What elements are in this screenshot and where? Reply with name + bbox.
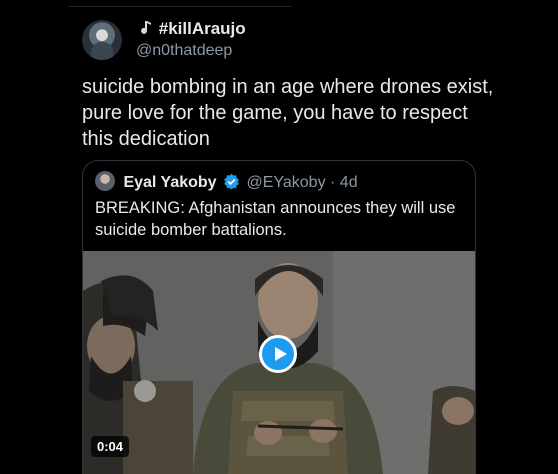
play-button[interactable] bbox=[259, 335, 297, 373]
verified-badge-icon bbox=[224, 173, 239, 190]
quoted-tweet-age[interactable]: 4d bbox=[340, 174, 358, 191]
video-duration: 0:04 bbox=[91, 436, 130, 457]
quoted-author-handle[interactable]: @EYakoby bbox=[246, 174, 325, 191]
quoted-author-name[interactable]: Eyal Yakoby bbox=[123, 174, 216, 191]
quoted-tweet-header: Eyal Yakoby @EYakoby · 4d bbox=[95, 171, 358, 192]
music-note-icon bbox=[141, 21, 151, 34]
divider bbox=[68, 6, 292, 7]
author-display-name[interactable]: #killAraujo bbox=[136, 19, 246, 39]
meta-separator: · bbox=[330, 174, 336, 191]
video-player[interactable]: 0:04 bbox=[83, 251, 475, 474]
tweet-text: suicide bombing in an age where drones e… bbox=[82, 76, 494, 150]
quoted-author-avatar[interactable] bbox=[95, 171, 115, 191]
avatar-figure bbox=[91, 42, 113, 60]
quoted-tweet-text: BREAKING: Afghanistan announces they wil… bbox=[95, 199, 456, 239]
author-handle[interactable]: @n0thatdeep bbox=[136, 42, 232, 60]
author-name-text: #killAraujo bbox=[158, 19, 246, 38]
quoted-tweet[interactable]: Eyal Yakoby @EYakoby · 4d BREAKING: Afgh… bbox=[82, 160, 476, 474]
author-avatar[interactable] bbox=[82, 20, 122, 60]
